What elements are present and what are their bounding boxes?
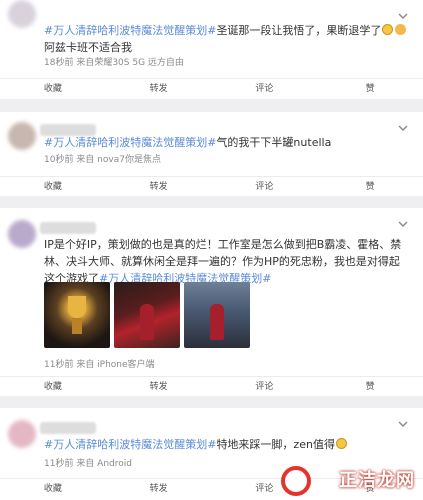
watermark: 正洁龙网 bbox=[339, 470, 415, 491]
action-bar: 收藏 转发 评论 赞 bbox=[0, 78, 423, 98]
comment-button[interactable]: 评论 bbox=[212, 79, 318, 98]
repost-button[interactable]: 转发 bbox=[106, 79, 212, 98]
avatar[interactable] bbox=[8, 220, 36, 248]
post-card: #万人清辞哈利波特魔法觉醒策划#圣诞那一段让我悟了，果断退学了阿兹卡班不适合我 … bbox=[0, 0, 423, 99]
avatar[interactable] bbox=[8, 0, 36, 28]
comment-button[interactable]: 评论 bbox=[212, 377, 318, 396]
post-text: #万人清辞哈利波特魔法觉醒策划#圣诞那一段让我悟了，果断退学了阿兹卡班不适合我 bbox=[44, 22, 411, 56]
post-card: IP是个好IP，策划做的也是真的烂！工作室是怎么做到把B霸凌、霍格、禁林、决斗大… bbox=[0, 208, 423, 396]
chevron-down-icon[interactable] bbox=[397, 122, 409, 134]
chevron-down-icon[interactable] bbox=[397, 218, 409, 230]
comment-button[interactable]: 评论 bbox=[212, 177, 318, 196]
post-text: #万人清辞哈利波特魔法觉醒策划#气的我干下半罐nutella bbox=[44, 136, 332, 149]
favorite-button[interactable]: 收藏 bbox=[0, 79, 106, 98]
action-bar: 收藏 转发 评论 赞 bbox=[0, 176, 423, 196]
avatar[interactable] bbox=[8, 420, 36, 448]
post-meta: 18秒前 来自荣耀30S 5G 远方自由 bbox=[44, 58, 184, 68]
watermark-logo-icon bbox=[281, 466, 311, 496]
hashtag-link[interactable]: #万人清辞哈利波特魔法觉醒策划# bbox=[44, 24, 216, 37]
trophy-image[interactable] bbox=[44, 282, 110, 348]
hall-image[interactable] bbox=[184, 282, 250, 348]
hashtag-link[interactable]: #万人清辞哈利波特魔法觉醒策划# bbox=[44, 438, 216, 451]
post-meta: 11秒前 来自 Android bbox=[44, 459, 132, 469]
repost-button[interactable]: 转发 bbox=[106, 377, 212, 396]
chevron-down-icon[interactable] bbox=[397, 10, 409, 22]
action-bar: 收藏 转发 评论 赞 bbox=[0, 376, 423, 396]
post-meta: 11秒前 来自 iPhone客户端 bbox=[44, 360, 155, 370]
sweat-face-icon bbox=[335, 438, 347, 449]
like-button[interactable]: 赞 bbox=[317, 79, 423, 98]
crying-face-icon bbox=[395, 24, 407, 35]
post-text: #万人清辞哈利波特魔法觉醒策划#特地来踩一脚，zen值得 bbox=[44, 436, 411, 453]
favorite-button[interactable]: 收藏 bbox=[0, 177, 106, 196]
post-card: #万人清辞哈利波特魔法觉醒策划#气的我干下半罐nutella 10秒前 来自 n… bbox=[0, 112, 423, 196]
character-image[interactable] bbox=[114, 282, 180, 348]
like-button[interactable]: 赞 bbox=[317, 177, 423, 196]
repost-button[interactable]: 转发 bbox=[106, 479, 212, 498]
post-meta: 10秒前 来自 nova7你是焦点 bbox=[44, 155, 161, 165]
post-text: IP是个好IP，策划做的也是真的烂！工作室是怎么做到把B霸凌、霍格、禁林、决斗大… bbox=[44, 238, 402, 285]
favorite-button[interactable]: 收藏 bbox=[0, 377, 106, 396]
repost-button[interactable]: 转发 bbox=[106, 177, 212, 196]
hashtag-link[interactable]: #万人清辞哈利波特魔法觉醒策划# bbox=[44, 136, 216, 149]
favorite-button[interactable]: 收藏 bbox=[0, 479, 106, 498]
image-gallery bbox=[44, 282, 250, 348]
nerd-face-icon bbox=[382, 24, 394, 35]
avatar[interactable] bbox=[8, 122, 36, 150]
username[interactable] bbox=[40, 222, 96, 234]
username[interactable] bbox=[40, 422, 96, 434]
like-button[interactable]: 赞 bbox=[317, 377, 423, 396]
chevron-down-icon[interactable] bbox=[397, 418, 409, 430]
